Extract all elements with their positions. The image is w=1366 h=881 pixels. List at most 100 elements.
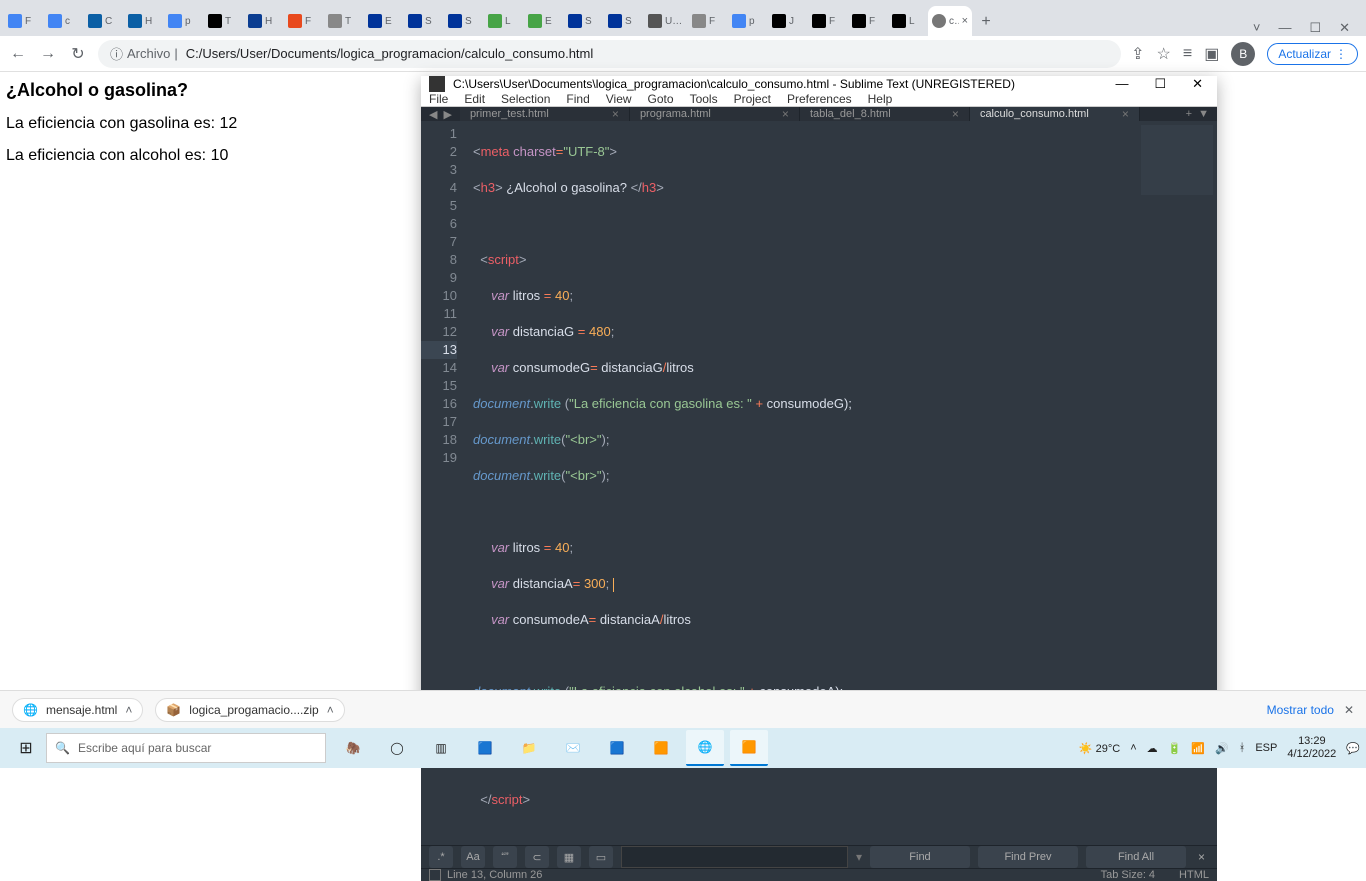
taskbar-powerpoint[interactable]: 🟧: [642, 730, 680, 766]
star-icon[interactable]: ☆: [1157, 44, 1171, 64]
menu-find[interactable]: Find: [566, 92, 589, 106]
download-item[interactable]: 🌐mensaje.html˄: [12, 698, 143, 722]
side-panel-icon[interactable]: ▣: [1204, 44, 1219, 64]
maximize-icon[interactable]: ☐: [1309, 20, 1321, 36]
reading-list-icon[interactable]: ≡: [1183, 45, 1192, 63]
chrome-tab[interactable]: E: [524, 6, 564, 36]
chrome-tab[interactable]: L: [888, 6, 928, 36]
editor-tab[interactable]: programa.html×: [630, 107, 800, 121]
wifi-icon[interactable]: 📶: [1191, 742, 1205, 755]
show-all-downloads[interactable]: Mostrar todo: [1267, 703, 1334, 717]
chrome-tab[interactable]: p: [728, 6, 768, 36]
chrome-tab[interactable]: E: [364, 6, 404, 36]
editor-tab[interactable]: tabla_del_8.html×: [800, 107, 970, 121]
chrome-tab[interactable]: UT. C: [644, 6, 688, 36]
chrome-tab[interactable]: S: [604, 6, 644, 36]
menu-selection[interactable]: Selection: [501, 92, 550, 106]
close-icon[interactable]: ×: [1122, 107, 1129, 121]
download-item[interactable]: 📦logica_progamacio....zip˄: [155, 698, 344, 722]
close-icon[interactable]: ×: [612, 107, 619, 121]
close-icon[interactable]: ×: [782, 107, 789, 121]
find-button[interactable]: Find: [870, 846, 970, 868]
find-selection-icon[interactable]: ▦: [557, 846, 581, 868]
tab-prev-icon[interactable]: ◀: [429, 108, 437, 121]
chrome-tab[interactable]: L: [484, 6, 524, 36]
bluetooth-icon[interactable]: ᚼ: [1239, 742, 1246, 754]
status-syntax[interactable]: HTML: [1179, 869, 1209, 881]
chrome-tab[interactable]: T: [324, 6, 364, 36]
find-input[interactable]: [621, 846, 848, 868]
menu-project[interactable]: Project: [734, 92, 771, 106]
find-prev-button[interactable]: Find Prev: [978, 846, 1078, 868]
taskbar-edge[interactable]: 🟦: [466, 730, 504, 766]
status-tab-size[interactable]: Tab Size: 4: [1101, 869, 1155, 881]
chrome-tab[interactable]: C: [84, 6, 124, 36]
find-regex-icon[interactable]: .*: [429, 846, 453, 868]
chrome-tab[interactable]: p: [164, 6, 204, 36]
menu-preferences[interactable]: Preferences: [787, 92, 852, 106]
chrome-tab[interactable]: c: [44, 6, 84, 36]
minimize-icon[interactable]: —: [1109, 76, 1134, 92]
battery-icon[interactable]: 🔋: [1168, 742, 1182, 755]
chrome-tab[interactable]: F: [4, 6, 44, 36]
tab-next-icon[interactable]: ▶: [443, 108, 451, 121]
menu-file[interactable]: File: [429, 92, 448, 106]
taskbar-app[interactable]: ▥: [422, 730, 460, 766]
chrome-tab[interactable]: F: [808, 6, 848, 36]
taskbar-sublime[interactable]: 🟧: [730, 730, 768, 766]
tab-menu-icon[interactable]: ▼: [1198, 108, 1209, 120]
chrome-tab[interactable]: F: [284, 6, 324, 36]
taskbar-explorer[interactable]: 📁: [510, 730, 548, 766]
taskbar-app[interactable]: 🦣: [334, 730, 372, 766]
taskbar-word[interactable]: 🟦: [598, 730, 636, 766]
menu-tools[interactable]: Tools: [690, 92, 718, 106]
find-wrap-icon[interactable]: ⊂: [525, 846, 549, 868]
onedrive-icon[interactable]: ☁: [1147, 742, 1158, 755]
find-highlight-icon[interactable]: ▭: [589, 846, 613, 868]
sublime-titlebar[interactable]: C:\Users\User\Documents\logica_programac…: [421, 76, 1217, 92]
taskbar-taskview[interactable]: ◯: [378, 730, 416, 766]
volume-icon[interactable]: 🔊: [1215, 742, 1229, 755]
address-bar[interactable]: ⓘ Archivo | C:/Users/User/Documents/logi…: [98, 40, 1121, 68]
taskbar-search[interactable]: 🔍 Escribe aquí para buscar: [46, 733, 326, 763]
minimize-icon[interactable]: —: [1278, 20, 1291, 36]
chrome-tab[interactable]: F: [688, 6, 728, 36]
chrome-tab-active[interactable]: ca ×: [928, 6, 972, 36]
chrome-tab[interactable]: S: [444, 6, 484, 36]
chrome-tab[interactable]: H: [124, 6, 164, 36]
language-indicator[interactable]: ESP: [1255, 742, 1277, 754]
editor-tab[interactable]: primer_test.html×: [460, 107, 630, 121]
avatar[interactable]: B: [1231, 42, 1255, 66]
chrome-tab[interactable]: J: [768, 6, 808, 36]
menu-view[interactable]: View: [606, 92, 632, 106]
share-icon[interactable]: ⇪: [1131, 44, 1144, 64]
close-icon[interactable]: ×: [952, 107, 959, 121]
menu-edit[interactable]: Edit: [464, 92, 485, 106]
reload-button[interactable]: ↻: [68, 44, 88, 64]
panel-switcher-icon[interactable]: [429, 869, 441, 881]
find-word-icon[interactable]: “”: [493, 846, 517, 868]
chevron-down-icon[interactable]: ˅: [1253, 20, 1261, 36]
chrome-tab[interactable]: T: [204, 6, 244, 36]
taskbar-chrome[interactable]: 🌐: [686, 730, 724, 766]
find-all-button[interactable]: Find All: [1086, 846, 1186, 868]
close-icon[interactable]: ✕: [1339, 20, 1350, 36]
forward-button[interactable]: →: [38, 44, 58, 64]
update-button[interactable]: Actualizar ⋮: [1267, 43, 1358, 65]
close-icon[interactable]: ×: [962, 15, 968, 27]
chrome-tab[interactable]: H: [244, 6, 284, 36]
start-button[interactable]: ⊞: [6, 728, 46, 768]
chrome-tab[interactable]: S: [404, 6, 444, 36]
maximize-icon[interactable]: ☐: [1148, 76, 1172, 92]
close-icon[interactable]: ✕: [1186, 76, 1209, 92]
close-icon[interactable]: ✕: [1344, 703, 1354, 717]
editor-tab[interactable]: calculo_consumo.html×: [970, 107, 1140, 121]
weather-widget[interactable]: ☀️ 29°C: [1079, 742, 1120, 755]
back-button[interactable]: ←: [8, 44, 28, 64]
clock[interactable]: 13:29 4/12/2022: [1287, 735, 1336, 761]
close-icon[interactable]: ×: [1194, 850, 1209, 864]
tab-add-icon[interactable]: +: [1186, 108, 1192, 120]
chrome-tab[interactable]: F: [848, 6, 888, 36]
menu-help[interactable]: Help: [868, 92, 893, 106]
find-case-icon[interactable]: Aa: [461, 846, 485, 868]
